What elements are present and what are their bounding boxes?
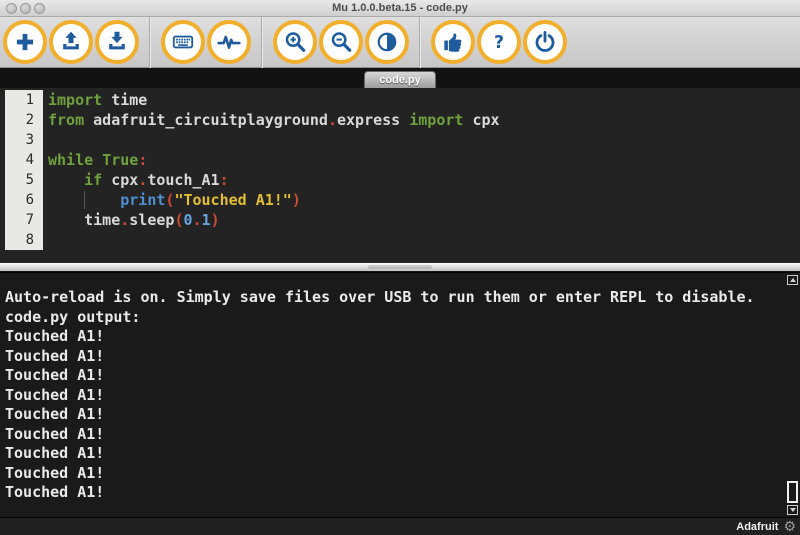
- load-button[interactable]: [49, 20, 93, 64]
- code-line: from adafruit_circuitplayground.express …: [48, 110, 500, 130]
- mode-label: Adafruit: [736, 521, 778, 533]
- code-line: print("Touched A1!"): [48, 190, 500, 210]
- toolbar-separator: [419, 17, 421, 68]
- code-line: if cpx.touch_A1:: [48, 170, 500, 190]
- line-number: 1: [5, 90, 43, 110]
- line-number: 6: [5, 190, 43, 210]
- mu-app-window: Mu 1.0.0.beta.15 - code.py: [0, 0, 800, 535]
- output-line: Touched A1!: [5, 444, 786, 464]
- code-line: import time: [48, 90, 500, 110]
- check-button[interactable]: [431, 20, 475, 64]
- code-editor[interactable]: 12345678 import timefrom adafruit_circui…: [0, 88, 800, 262]
- tab-label: code.py: [379, 74, 421, 86]
- output-lines: Auto-reload is on. Simply save files ove…: [0, 273, 800, 503]
- line-number: 3: [5, 130, 43, 150]
- code-line: while True:: [48, 150, 500, 170]
- download-arrow-icon: [104, 29, 130, 55]
- output-line: Touched A1!: [5, 425, 786, 445]
- scroll-up-button[interactable]: [787, 275, 798, 285]
- line-number-gutter: 12345678: [5, 90, 43, 262]
- splitter-grip-icon: [368, 265, 432, 269]
- output-line: code.py output:: [5, 308, 786, 328]
- window-title: Mu 1.0.0.beta.15 - code.py: [0, 2, 800, 14]
- magnifier-plus-icon: [282, 29, 308, 55]
- output-line: Touched A1!: [5, 366, 786, 386]
- repl-button[interactable]: [161, 20, 205, 64]
- code-line: [48, 130, 500, 150]
- code-line: time.sleep(0.1): [48, 210, 500, 230]
- close-window-icon[interactable]: [6, 3, 17, 14]
- question-mark-icon: ?: [486, 29, 512, 55]
- tab-code-py[interactable]: code.py: [364, 71, 436, 88]
- keyboard-icon: [170, 29, 196, 55]
- scrollbar-thumb[interactable]: [787, 481, 798, 503]
- output-line: Touched A1!: [5, 483, 786, 503]
- zoom-in-button[interactable]: [273, 20, 317, 64]
- toolbar-group-board: [161, 20, 251, 64]
- quit-button[interactable]: [523, 20, 567, 64]
- line-number: 4: [5, 150, 43, 170]
- thumbs-up-icon: [440, 29, 466, 55]
- minimize-window-icon[interactable]: [20, 3, 31, 14]
- indent-guide: [84, 191, 85, 209]
- line-number: 8: [5, 230, 43, 250]
- theme-button[interactable]: [365, 20, 409, 64]
- titlebar: Mu 1.0.0.beta.15 - code.py: [0, 0, 800, 17]
- tab-bar: code.py: [0, 68, 800, 88]
- code-line: [48, 230, 500, 250]
- zoom-out-button[interactable]: [319, 20, 363, 64]
- line-number: 2: [5, 110, 43, 130]
- serial-output-panel[interactable]: Auto-reload is on. Simply save files ove…: [0, 272, 800, 517]
- save-button[interactable]: [95, 20, 139, 64]
- new-button[interactable]: [3, 20, 47, 64]
- output-line: Auto-reload is on. Simply save files ove…: [5, 288, 786, 308]
- help-button[interactable]: ?: [477, 20, 521, 64]
- code-text-area[interactable]: import timefrom adafruit_circuitplaygrou…: [48, 90, 500, 262]
- scroll-down-button[interactable]: [787, 505, 798, 515]
- line-number: 7: [5, 210, 43, 230]
- contrast-circle-icon: [374, 29, 400, 55]
- chevron-up-icon: [790, 278, 796, 282]
- toolbar-separator: [261, 17, 263, 68]
- toolbar-group-file: [3, 20, 139, 64]
- traffic-lights: [6, 3, 45, 14]
- status-bar: Adafruit ⚙: [0, 517, 800, 535]
- plus-icon: [12, 29, 38, 55]
- toolbar: ?: [0, 17, 800, 68]
- output-line: Touched A1!: [5, 464, 786, 484]
- gear-icon[interactable]: ⚙: [783, 520, 796, 534]
- upload-arrow-icon: [58, 29, 84, 55]
- output-line: Touched A1!: [5, 327, 786, 347]
- svg-text:?: ?: [494, 33, 504, 53]
- line-number: 5: [5, 170, 43, 190]
- output-line: Touched A1!: [5, 386, 786, 406]
- output-line: Touched A1!: [5, 347, 786, 367]
- toolbar-group-misc: ?: [431, 20, 567, 64]
- splitter-handle[interactable]: [0, 262, 800, 272]
- magnifier-minus-icon: [328, 29, 354, 55]
- output-line: Touched A1!: [5, 405, 786, 425]
- zoom-window-icon[interactable]: [34, 3, 45, 14]
- chevron-down-icon: [790, 508, 796, 512]
- toolbar-separator: [149, 17, 151, 68]
- toolbar-group-view: [273, 20, 409, 64]
- plotter-button[interactable]: [207, 20, 251, 64]
- pulse-wave-icon: [216, 29, 242, 55]
- power-icon: [532, 29, 558, 55]
